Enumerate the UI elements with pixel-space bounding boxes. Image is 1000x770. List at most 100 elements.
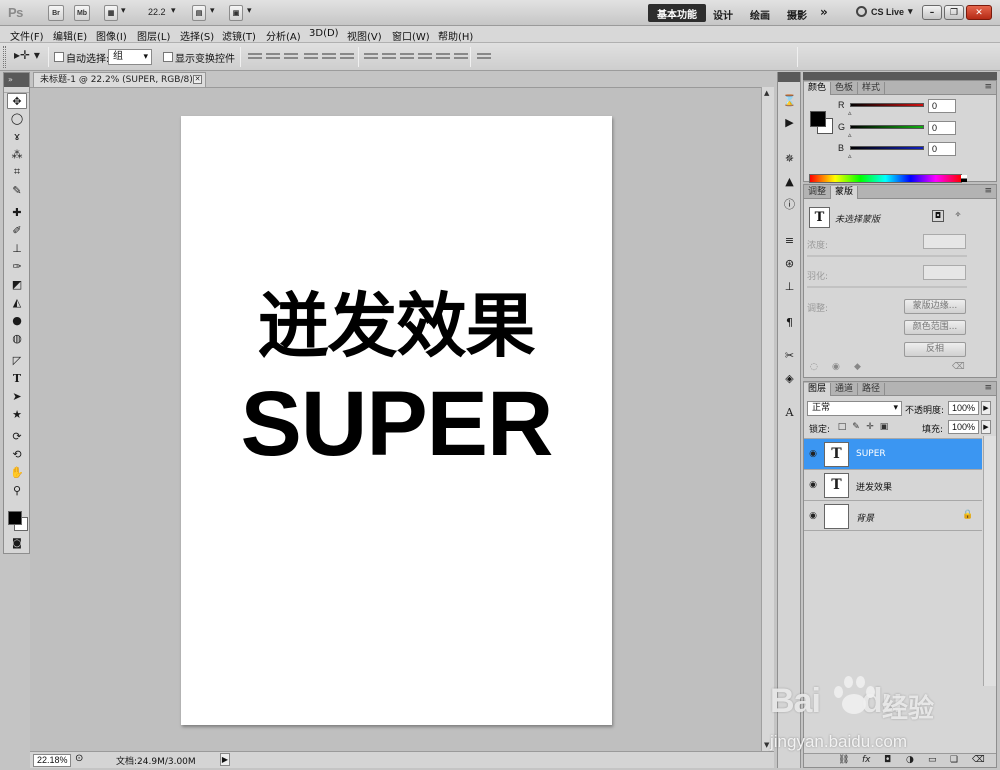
clone-stamp-tool[interactable]: ⊥: [7, 240, 27, 256]
auto-select-target-select[interactable]: 组: [108, 49, 152, 65]
menu-help[interactable]: 帮助(H): [438, 28, 473, 43]
close-document-icon[interactable]: ✕: [193, 75, 202, 84]
tab-paths[interactable]: 路径: [858, 383, 886, 396]
history-panel-icon[interactable]: ⌛: [781, 92, 798, 108]
density-slider[interactable]: [807, 255, 967, 257]
actions-panel-icon[interactable]: ▶: [781, 114, 798, 130]
slider-thumb-icon[interactable]: ▵: [848, 152, 852, 160]
minimize-button[interactable]: –: [922, 5, 942, 20]
chevron-down-icon[interactable]: ▾: [247, 6, 252, 16]
maximize-button[interactable]: ❐: [944, 5, 964, 20]
menu-view[interactable]: 视图(V): [347, 28, 382, 43]
mask-edge-button[interactable]: 蒙版边缘...: [904, 299, 966, 314]
layer-style-icon[interactable]: fx: [862, 755, 871, 765]
status-icon[interactable]: ⊙: [75, 753, 83, 764]
feather-slider[interactable]: [807, 286, 967, 288]
trash-icon[interactable]: ⌫: [952, 362, 965, 372]
eye-icon[interactable]: ◉: [807, 479, 819, 491]
character-panel-icon[interactable]: A: [781, 404, 798, 420]
layers-scrollbar[interactable]: [983, 436, 996, 686]
channel-g-slider[interactable]: [850, 125, 924, 129]
chevron-down-icon[interactable]: ▾: [121, 6, 126, 16]
tab-adjustments[interactable]: 调整: [804, 186, 832, 199]
histogram-panel-icon[interactable]: ▲: [781, 173, 798, 189]
mini-bridge-button[interactable]: Mb: [74, 5, 90, 21]
foreground-color-swatch[interactable]: [810, 111, 826, 127]
lock-image-icon[interactable]: ✎: [851, 422, 861, 432]
panel-menu-icon[interactable]: ≡: [984, 82, 992, 92]
canvas-area[interactable]: 迸发效果 SUPER: [30, 87, 774, 751]
tab-styles[interactable]: 样式: [858, 82, 886, 95]
lock-transparent-icon[interactable]: □: [837, 422, 847, 432]
invert-button[interactable]: 反相: [904, 342, 966, 357]
document-tab[interactable]: 未标题-1 @ 22.2% (SUPER, RGB/8) * ✕: [33, 72, 206, 87]
pixel-mask-icon[interactable]: ◘: [932, 210, 944, 222]
quick-mask-button[interactable]: ◙: [7, 535, 27, 551]
layer-row[interactable]: ◉ 背景 🔒: [804, 500, 982, 531]
fill-field[interactable]: 100%: [948, 420, 979, 434]
auto-select-checkbox[interactable]: [54, 52, 64, 62]
options-bar-grip[interactable]: [3, 46, 6, 68]
menu-window[interactable]: 窗口(W): [392, 28, 430, 43]
navigator-panel-icon[interactable]: ✵: [781, 150, 798, 166]
info-panel-icon[interactable]: ⓘ: [781, 196, 798, 212]
3d-panel-icon[interactable]: ✂: [781, 347, 798, 363]
workspace-design[interactable]: 设计: [713, 7, 733, 22]
lasso-tool[interactable]: ɤ: [7, 128, 27, 144]
paragraph-panel-icon[interactable]: ¶: [781, 314, 798, 330]
scroll-up-icon[interactable]: ▲: [764, 89, 769, 97]
quick-select-tool[interactable]: ⁂: [7, 146, 27, 162]
align-left-icon[interactable]: [304, 51, 318, 63]
panel-menu-icon[interactable]: ≡: [984, 186, 992, 196]
distribute-hcenter-icon[interactable]: [436, 51, 450, 63]
menu-edit[interactable]: 编辑(E): [53, 28, 87, 43]
type-tool[interactable]: T: [7, 370, 27, 386]
document-canvas[interactable]: 迸发效果 SUPER: [181, 116, 612, 725]
density-field[interactable]: [923, 234, 966, 249]
new-adjustment-icon[interactable]: ◑: [906, 755, 914, 765]
dock-header[interactable]: [803, 72, 997, 80]
auto-align-layers-icon[interactable]: [477, 51, 491, 63]
strip-header[interactable]: [778, 72, 800, 82]
blur-tool[interactable]: ●: [7, 312, 27, 328]
eyedropper-tool[interactable]: ✎: [7, 182, 27, 198]
hand-tool[interactable]: ✋: [7, 464, 27, 480]
new-layer-icon[interactable]: ❏: [950, 755, 958, 765]
tab-channels[interactable]: 通道: [831, 383, 859, 396]
eraser-tool[interactable]: ◩: [7, 276, 27, 292]
add-mask-icon[interactable]: ◘: [884, 755, 891, 765]
menu-layer[interactable]: 图层(L): [137, 28, 170, 43]
bridge-button[interactable]: Br: [48, 5, 64, 21]
crop-tool[interactable]: ⌗: [7, 164, 27, 180]
align-top-icon[interactable]: [248, 51, 262, 63]
slider-thumb-icon[interactable]: ▵: [848, 109, 852, 117]
close-button[interactable]: ✕: [966, 5, 992, 20]
workspace-essentials[interactable]: 基本功能: [648, 4, 706, 22]
blend-mode-select[interactable]: 正常: [807, 401, 902, 416]
menu-3d[interactable]: 3D(D): [309, 28, 339, 39]
opacity-field[interactable]: 100%: [948, 401, 979, 415]
menu-analysis[interactable]: 分析(A): [266, 28, 301, 43]
layer-row[interactable]: ◉ T 迸发效果: [804, 469, 982, 500]
opacity-arrow[interactable]: ▶: [981, 401, 991, 415]
align-right-icon[interactable]: [340, 51, 354, 63]
distribute-right-icon[interactable]: [454, 51, 468, 63]
eye-icon[interactable]: ◉: [807, 510, 819, 522]
screen-mode-button[interactable]: ▣: [229, 5, 243, 21]
healing-brush-tool[interactable]: ✚: [7, 204, 27, 220]
tab-layers[interactable]: 图层: [804, 383, 832, 396]
feather-field[interactable]: [923, 265, 966, 280]
animation-panel-icon[interactable]: ◈: [781, 370, 798, 386]
color-range-button[interactable]: 颜色范围...: [904, 320, 966, 335]
workspace-photography[interactable]: 摄影: [787, 7, 807, 22]
slider-thumb-icon[interactable]: ▵: [848, 131, 852, 139]
move-tool[interactable]: ✥: [7, 93, 27, 109]
channel-r-field[interactable]: 0: [928, 99, 956, 113]
chevron-down-icon[interactable]: ▾: [210, 6, 215, 16]
channel-r-slider[interactable]: [850, 103, 924, 107]
align-bottom-icon[interactable]: [284, 51, 298, 63]
zoom-tool[interactable]: ⚲: [7, 482, 27, 498]
channel-b-slider[interactable]: [850, 146, 924, 150]
tab-color[interactable]: 颜色: [804, 82, 832, 95]
3d-orbit-tool[interactable]: ⟲: [7, 446, 27, 462]
